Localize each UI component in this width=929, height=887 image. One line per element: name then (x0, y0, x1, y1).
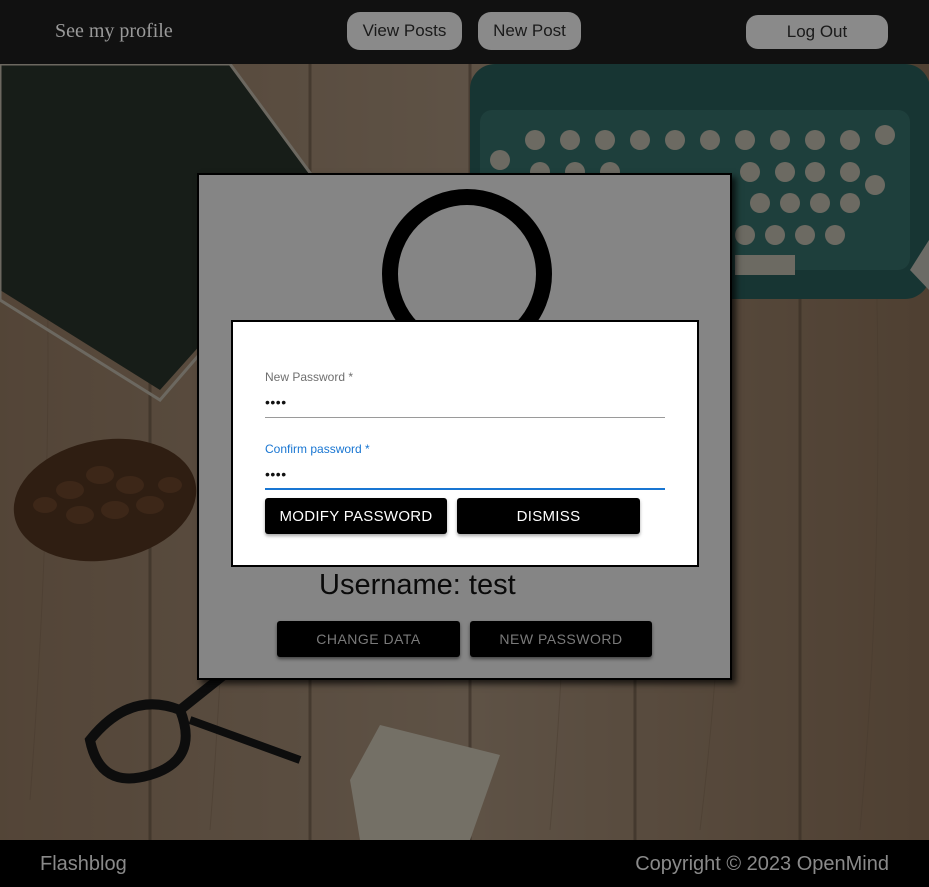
view-posts-button[interactable]: View Posts (347, 12, 462, 50)
top-navigation-bar: See my profile View Posts New Post Log O… (0, 0, 929, 64)
username-text: Username: test (319, 569, 516, 601)
see-my-profile-link[interactable]: See my profile (55, 20, 173, 43)
modify-password-button[interactable]: MODIFY PASSWORD (265, 498, 447, 534)
change-password-dialog: New Password * •••• Confirm password * •… (231, 320, 699, 567)
footer: Flashblog Copyright © 2023 OpenMind (0, 840, 929, 887)
new-password-underline (265, 417, 665, 418)
confirm-password-label: Confirm password * (265, 442, 370, 456)
new-password-label: New Password * (265, 370, 354, 384)
log-out-button[interactable]: Log Out (746, 15, 888, 49)
confirm-password-field[interactable]: •••• (265, 466, 287, 482)
dismiss-button[interactable]: DISMISS (457, 498, 640, 534)
new-post-button[interactable]: New Post (478, 12, 581, 50)
copyright-text: Copyright © 2023 OpenMind (635, 853, 889, 875)
change-data-button[interactable]: CHANGE DATA (277, 621, 460, 657)
new-password-button[interactable]: NEW PASSWORD (470, 621, 652, 657)
confirm-password-underline (265, 488, 665, 490)
brand-name: Flashblog (40, 853, 127, 875)
new-password-field[interactable]: •••• (265, 394, 287, 410)
